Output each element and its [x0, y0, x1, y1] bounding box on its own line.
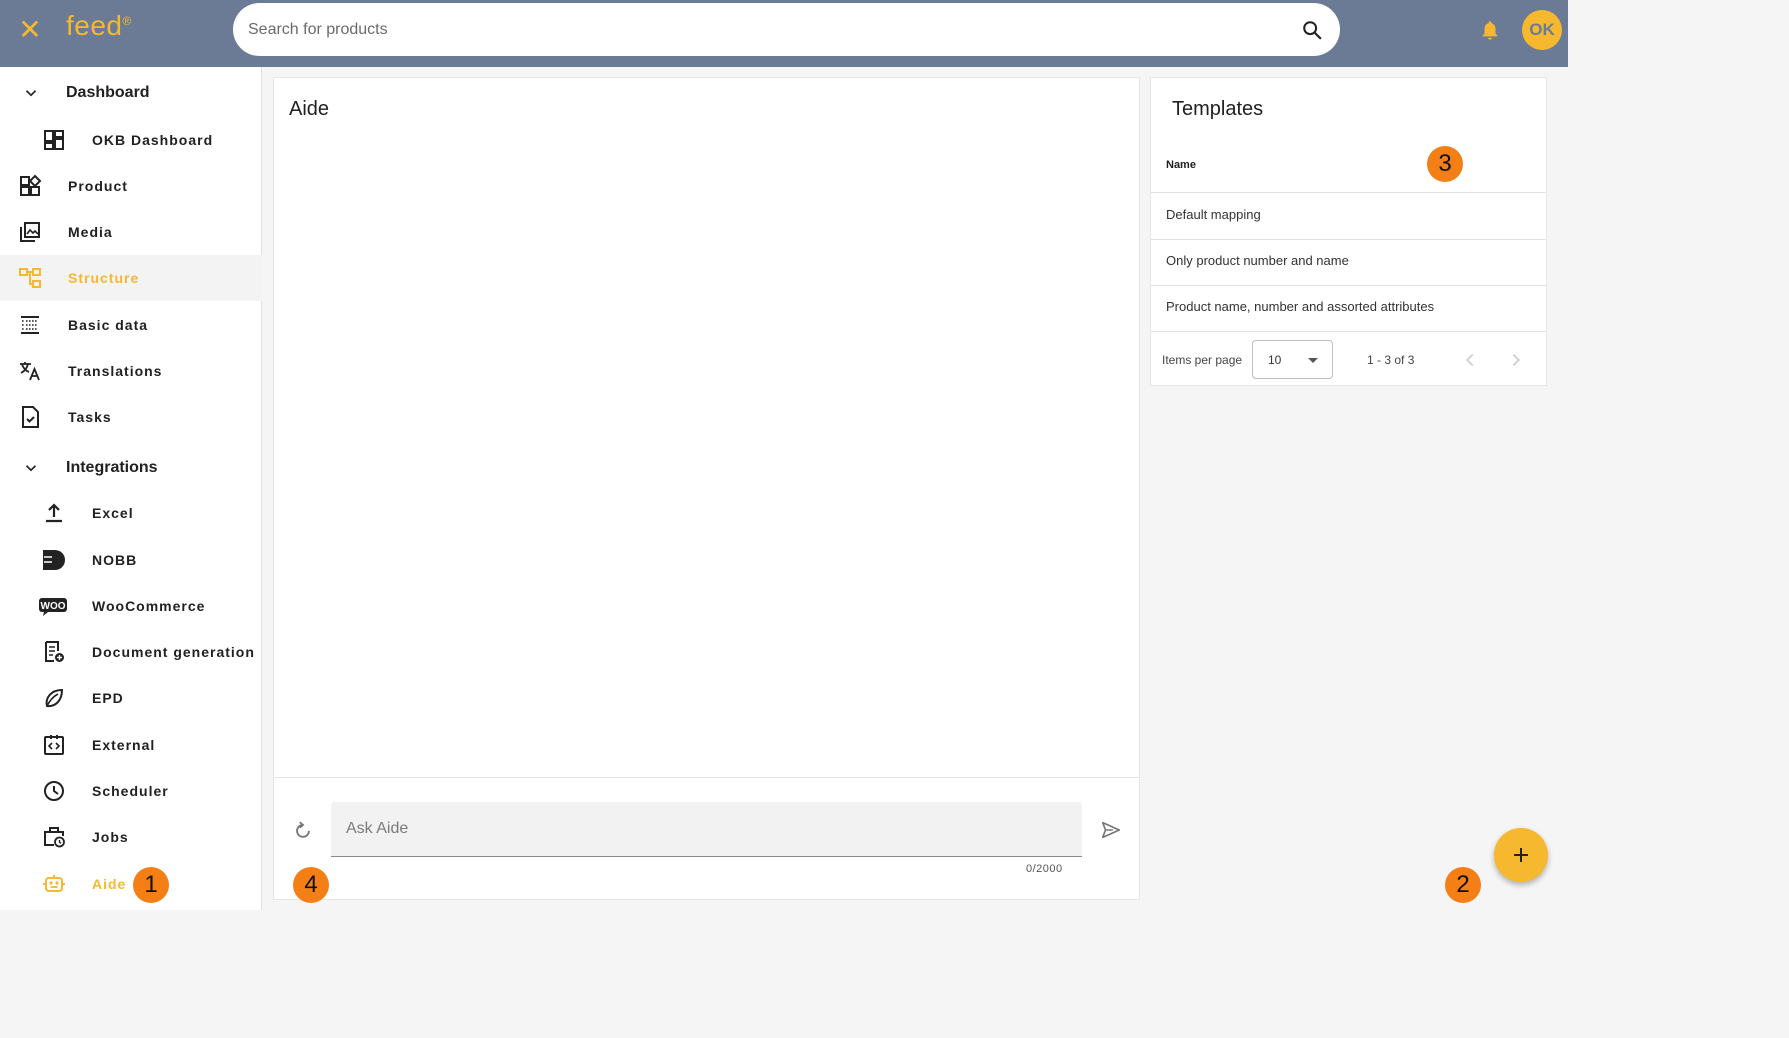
task-icon — [22, 406, 39, 428]
sidebar-item-basic-data[interactable]: Basic data — [0, 302, 262, 348]
templates-title: Templates — [1172, 98, 1264, 120]
svg-text:WOO: WOO — [41, 601, 66, 612]
aide-title: Aide — [289, 98, 330, 120]
robot-icon — [43, 875, 65, 892]
sidebar-item-label: External — [92, 737, 156, 753]
sidebar-item-nobb[interactable]: NOBB — [0, 537, 262, 583]
chevron-down-icon — [25, 90, 37, 97]
aide-panel: Aide 0/2000 — [273, 77, 1140, 900]
document-add-icon — [45, 641, 64, 662]
photo-library-icon — [20, 222, 40, 242]
chevron-down-icon — [25, 465, 37, 472]
nav-group-label: Dashboard — [66, 84, 150, 101]
column-header-name[interactable]: Name — [1166, 159, 1196, 171]
sidebar-item-excel[interactable]: Excel — [0, 490, 262, 536]
translate-icon — [20, 362, 40, 381]
sidebar-item-label: EPD — [92, 690, 124, 706]
search-bar — [233, 3, 1340, 56]
sidebar-item-epd[interactable]: EPD — [0, 675, 262, 721]
templates-panel: Templates Name Default mapping Only prod… — [1150, 77, 1547, 386]
leaf-icon — [45, 688, 64, 708]
nav-group-integrations[interactable]: Integrations — [0, 446, 262, 490]
sidebar-item-label: Aide — [92, 876, 127, 892]
items-per-page-label: Items per page — [1162, 353, 1243, 367]
work-history-icon — [44, 827, 65, 848]
template-name: Default mapping — [1166, 207, 1261, 222]
sidebar-item-label: Media — [68, 224, 113, 240]
search-icon[interactable] — [1301, 19, 1323, 41]
character-counter: 0/2000 — [1026, 863, 1063, 875]
sidebar-item-label: Translations — [68, 363, 163, 379]
sidebar-item-woocommerce[interactable]: WOO WooCommerce — [0, 583, 262, 629]
table-row[interactable]: Default mapping — [1151, 193, 1546, 240]
sidebar-item-tasks[interactable]: Tasks — [0, 394, 262, 440]
sidebar-item-label: Basic data — [68, 317, 149, 333]
page-range: 1 - 3 of 3 — [1367, 353, 1415, 367]
sidebar-item-translations[interactable]: Translations — [0, 348, 262, 394]
registered-mark: ® — [122, 14, 132, 28]
sidebar-item-label: Document generation — [92, 644, 255, 660]
template-name: Only product number and name — [1166, 253, 1349, 268]
nav-group-dashboard[interactable]: Dashboard — [0, 71, 262, 115]
ask-aide-input[interactable] — [331, 802, 1082, 856]
woo-icon: WOO — [39, 598, 67, 616]
widgets-icon — [20, 174, 42, 196]
app-logo[interactable]: feed® — [66, 10, 132, 42]
page-size-value: 10 — [1268, 353, 1282, 367]
dropdown-arrow-icon — [1308, 358, 1318, 363]
sidebar-item-media[interactable]: Media — [0, 209, 262, 255]
table-row[interactable]: Product name, number and assorted attrib… — [1151, 285, 1546, 332]
sidebar-item-label: Excel — [92, 505, 134, 521]
sidebar-item-aide[interactable]: Aide — [0, 861, 262, 907]
search-input[interactable] — [248, 3, 1288, 56]
plus-icon — [1514, 848, 1528, 862]
nav-group-label: Integrations — [66, 459, 158, 476]
sidebar-item-label: Jobs — [92, 829, 129, 845]
chevron-left-icon[interactable] — [1459, 349, 1481, 371]
sidebar-item-structure[interactable]: Structure — [0, 255, 262, 301]
chevron-right-icon[interactable] — [1505, 349, 1527, 371]
bell-icon[interactable] — [1479, 18, 1501, 42]
template-name: Product name, number and assorted attrib… — [1166, 299, 1435, 314]
sidebar-nav: Dashboard OKB Dashboard Product Media St… — [0, 67, 262, 910]
sidebar-item-label: Tasks — [68, 409, 112, 425]
nobb-icon — [43, 550, 65, 570]
annotation-marker: 2 — [1445, 867, 1481, 903]
sidebar-item-jobs[interactable]: Jobs — [0, 814, 262, 860]
sidebar-item-document-generation[interactable]: Document generation — [0, 629, 262, 675]
sidebar-item-label: Structure — [68, 270, 140, 286]
paginator: Items per page 10 1 - 3 of 3 — [1151, 332, 1546, 386]
account-tree-icon — [19, 268, 41, 288]
logo-text: feed — [66, 10, 123, 41]
annotation-marker: 1 — [133, 867, 169, 903]
ask-aide-field — [331, 802, 1082, 857]
dashboard-icon — [44, 130, 64, 150]
sidebar-item-label: Scheduler — [92, 783, 169, 799]
sidebar-item-product[interactable]: Product — [0, 163, 262, 209]
upload-icon — [46, 503, 62, 523]
sidebar-item-label: NOBB — [92, 552, 138, 568]
top-app-bar: ✕ feed® OK — [0, 0, 1568, 67]
add-template-button[interactable] — [1494, 828, 1548, 882]
page-size-select[interactable]: 10 — [1252, 340, 1333, 379]
send-icon[interactable] — [1100, 819, 1122, 841]
sidebar-item-external[interactable]: External — [0, 722, 262, 768]
external-code-icon — [44, 735, 64, 755]
sidebar-item-scheduler[interactable]: Scheduler — [0, 768, 262, 814]
table-row[interactable]: Only product number and name — [1151, 239, 1546, 286]
sidebar-item-okb-dashboard[interactable]: OKB Dashboard — [0, 117, 262, 163]
close-icon[interactable]: ✕ — [18, 16, 42, 44]
sidebar-item-label: WooCommerce — [92, 598, 206, 614]
annotation-marker: 3 — [1427, 146, 1463, 182]
sidebar-item-label: OKB Dashboard — [92, 132, 214, 148]
table-header: Name — [1151, 146, 1546, 193]
refresh-icon[interactable] — [292, 819, 314, 841]
chat-history — [274, 78, 1139, 778]
list-icon — [21, 316, 39, 334]
sidebar-item-label: Product — [68, 178, 128, 194]
clock-icon — [44, 781, 64, 801]
annotation-marker: 4 — [293, 867, 329, 903]
user-avatar[interactable]: OK — [1522, 10, 1562, 50]
